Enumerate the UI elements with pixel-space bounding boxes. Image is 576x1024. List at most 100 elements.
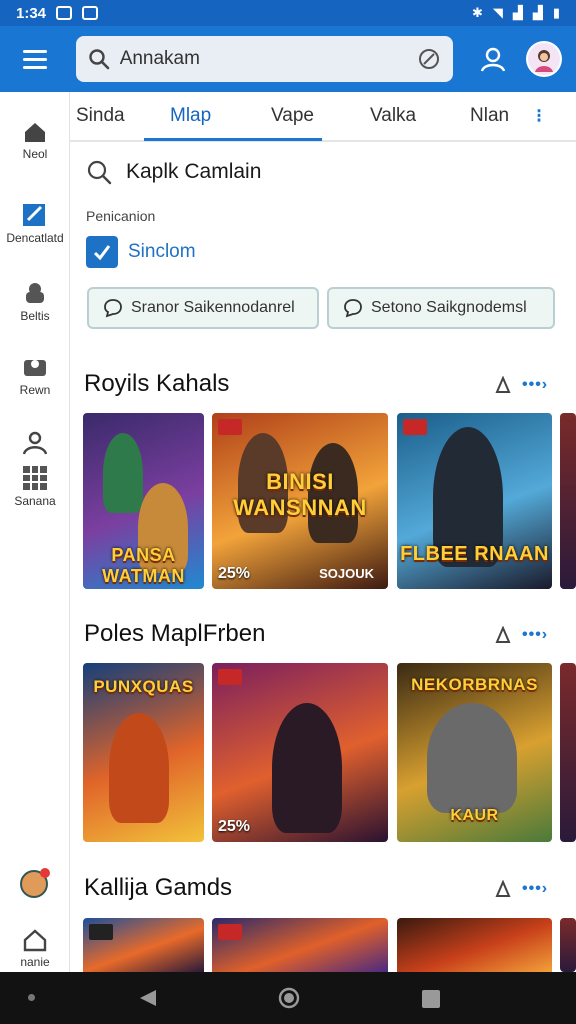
card-title: PANSA WATMAN — [102, 545, 185, 586]
checkbox-row[interactable]: Sinclom — [86, 236, 196, 268]
filter-search-text: Kaplk Camlain — [126, 160, 262, 183]
tab-nlan[interactable]: Nlan — [470, 91, 509, 141]
section-actions-2: •••› — [494, 626, 548, 644]
section-title-1: Royils Kahals — [84, 370, 230, 397]
section-actions-3: •••› — [494, 880, 548, 898]
hot-badge — [218, 419, 242, 435]
signal-icon: ▟ — [512, 5, 523, 20]
bookmark-icon[interactable] — [494, 626, 512, 644]
checkbox[interactable] — [86, 236, 118, 268]
card-title: FLBEE RNAAN — [400, 543, 549, 565]
search-input[interactable] — [119, 48, 417, 70]
notification-dot — [40, 868, 50, 878]
navigation-rail: Neol Dencatlatd Beltis Rewn Sanana nanie — [0, 92, 70, 972]
section-title-2: Poles MaplFrben — [84, 620, 266, 647]
chat-bubble-icon — [104, 299, 122, 318]
profile-avatar-bottom[interactable] — [20, 868, 50, 898]
card-title: BINISI WANSNNAN — [233, 469, 367, 520]
filter-search[interactable]: Kaplk Camlain — [86, 152, 261, 192]
card-art — [427, 703, 517, 813]
person-icon — [22, 431, 48, 455]
tab-sinda[interactable]: Sinda — [76, 91, 125, 141]
voice-search-icon[interactable] — [417, 47, 441, 71]
game-card[interactable] — [83, 918, 204, 972]
image-notification-icon — [56, 6, 73, 20]
search-icon — [87, 160, 112, 185]
checkbox-label: Sinclom — [128, 241, 196, 262]
discount-badge: 25% — [218, 818, 251, 835]
search-icon — [88, 49, 109, 70]
nav-dot-icon — [28, 994, 35, 1001]
menu-icon[interactable] — [14, 38, 56, 80]
chat-bubble-icon — [344, 299, 362, 318]
tab-vape[interactable]: Vape — [271, 91, 314, 141]
card-subtitle: KAUR — [450, 807, 499, 824]
section-actions-1: •••› — [494, 376, 548, 394]
game-card[interactable]: PUNXQUAS — [83, 663, 204, 842]
see-more-icon[interactable]: •••› — [522, 880, 548, 898]
status-time: 1:34 — [16, 4, 47, 22]
hot-badge — [89, 924, 113, 940]
game-card[interactable]: NEKORBRNAS KAUR — [397, 663, 552, 842]
home-outline-icon — [23, 929, 47, 952]
game-card[interactable]: BINISI WANSNNAN 25% SOJOUK — [212, 413, 388, 589]
rail-item-home[interactable]: Neol — [0, 120, 70, 161]
rail-item-discover[interactable]: Dencatlatd — [0, 200, 70, 245]
game-card[interactable]: FLBEE RNAAN — [397, 413, 552, 589]
discount-badge: 25% — [218, 565, 251, 582]
card-title: PUNXQUAS — [93, 677, 194, 696]
bookmark-icon[interactable] — [494, 376, 512, 394]
card-subtitle: SOJOUK — [319, 566, 374, 581]
bluetooth-icon: ✱ — [471, 5, 483, 20]
app-bar — [0, 26, 576, 92]
battery-icon: ▮ — [552, 5, 560, 20]
system-nav-bar — [0, 972, 576, 1024]
account-icon[interactable] — [473, 39, 512, 79]
mail-notification-icon — [82, 6, 99, 20]
card-title: NEKORBRNAS — [411, 675, 538, 694]
section-title-3: Kallija Gamds — [84, 874, 233, 901]
bookmark-icon[interactable] — [494, 880, 512, 898]
status-bar: 1:34 ✱ ◥ ▟ ▟ ▮ — [0, 0, 576, 26]
recents-icon[interactable] — [422, 990, 440, 1008]
game-card-partial[interactable] — [560, 413, 576, 589]
signal-icon-2: ▟ — [532, 5, 543, 20]
grid-icon — [23, 466, 47, 490]
card-art — [272, 703, 342, 833]
check-icon — [93, 245, 111, 261]
card-art — [109, 713, 169, 823]
game-card[interactable]: PANSA WATMAN — [83, 413, 204, 589]
rail-item-home-bottom[interactable]: nanie — [0, 928, 70, 969]
filter-caption: Penicanion — [86, 208, 156, 224]
rail-item-rewn[interactable]: Rewn — [0, 356, 70, 397]
active-tab-indicator — [144, 138, 322, 141]
puzzle-icon — [26, 283, 44, 303]
hot-badge — [218, 924, 242, 940]
search-bar[interactable] — [75, 36, 453, 82]
home-button-icon[interactable] — [278, 987, 300, 1009]
game-card[interactable] — [397, 918, 552, 972]
back-icon[interactable] — [138, 988, 158, 1008]
hot-badge — [218, 669, 242, 685]
rail-item-beltis[interactable]: Beltis — [0, 280, 70, 323]
see-more-icon[interactable]: •••› — [522, 626, 548, 644]
tab-bar: Sinda Mlap Vape Valka Nlan ⁝ — [70, 92, 576, 142]
home-icon — [25, 123, 45, 142]
game-card-partial[interactable] — [560, 663, 576, 842]
card-art — [103, 433, 143, 513]
game-card-partial[interactable] — [560, 918, 576, 972]
game-card[interactable] — [212, 918, 388, 972]
see-more-icon[interactable]: •••› — [522, 376, 548, 394]
hot-badge — [403, 419, 427, 435]
tab-valka[interactable]: Valka — [370, 91, 416, 141]
inbox-icon — [24, 360, 46, 376]
filter-chip-1[interactable]: Sranor Saikennodanrel — [87, 287, 319, 329]
tab-mlap[interactable]: Mlap — [170, 91, 211, 141]
rail-item-sanana[interactable]: Sanana — [0, 430, 70, 508]
status-icons: ✱ ◥ ▟ ▟ ▮ — [472, 5, 560, 21]
filter-chip-2[interactable]: Setono Saikgnodemsl — [327, 287, 555, 329]
tabs-more-icon[interactable]: ⁝ — [536, 91, 542, 141]
user-avatar[interactable] — [526, 41, 562, 77]
wifi-icon: ◥ — [492, 5, 503, 20]
game-card[interactable]: 25% — [212, 663, 388, 842]
